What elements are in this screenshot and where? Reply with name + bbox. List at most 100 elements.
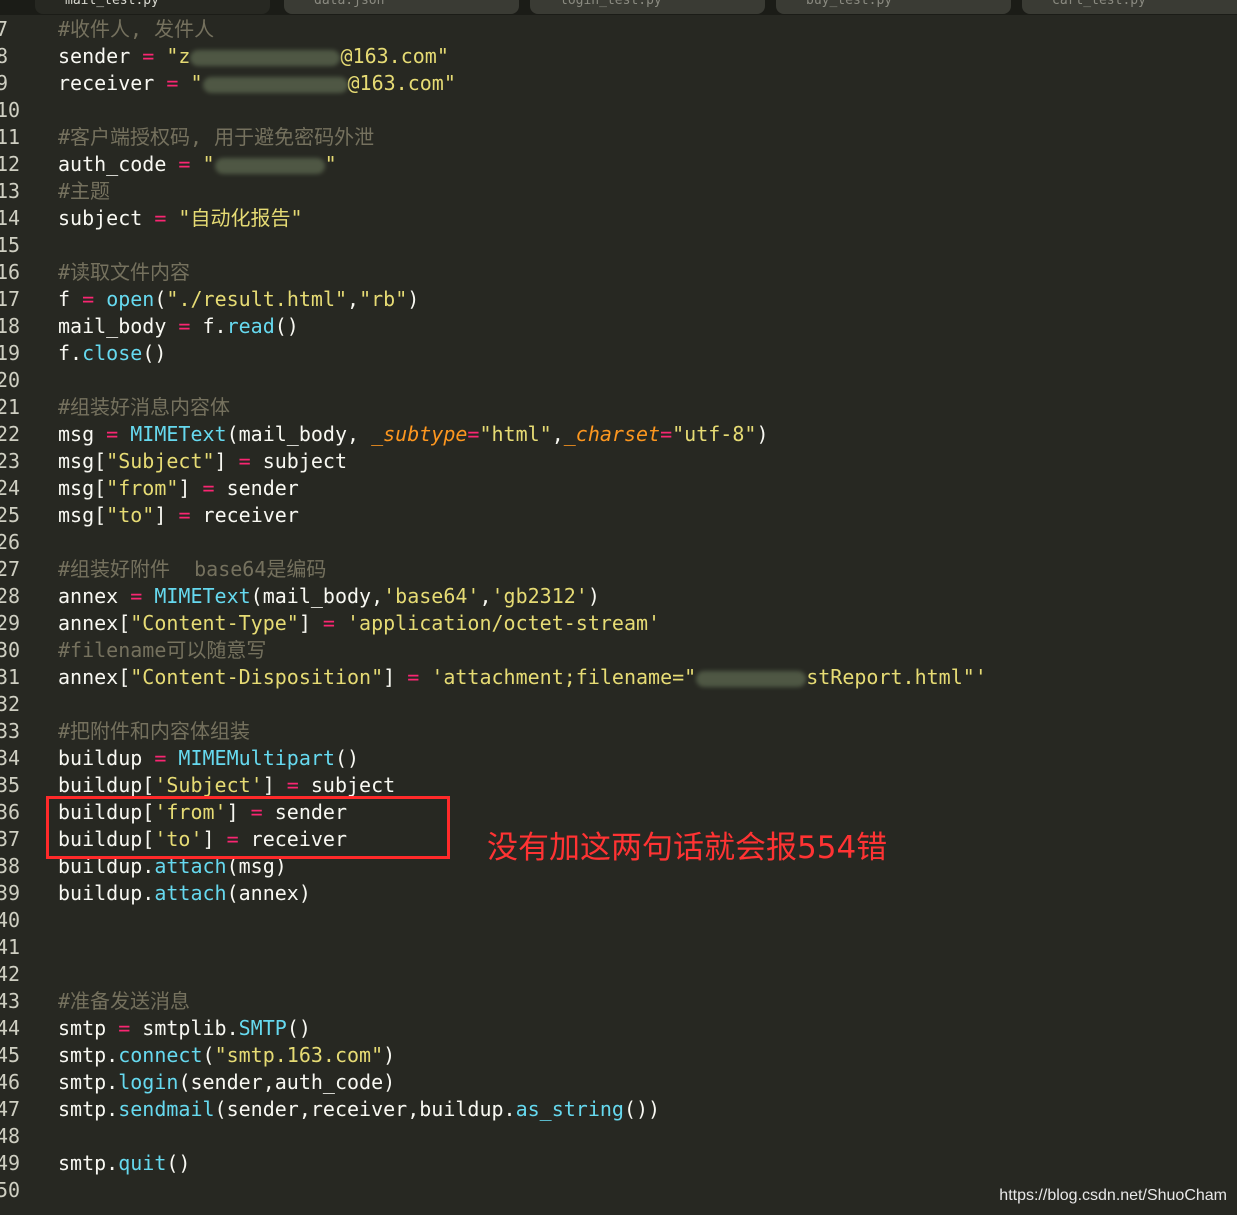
code-token: #准备发送消息 (58, 989, 191, 1013)
line-number: 42 (0, 962, 21, 986)
code-token: = (407, 665, 420, 689)
code-token: smtp. (58, 1070, 119, 1094)
code-token: open (106, 287, 155, 311)
code-token: = (178, 503, 191, 527)
code-token: annex (58, 584, 131, 608)
code-token: "z (166, 44, 191, 68)
code-line: 44 smtp = smtplib.SMTP() (0, 1015, 1237, 1042)
code-token: " (190, 71, 203, 95)
code-token: "Content-Type" (130, 611, 299, 635)
code-token: 'base64' (383, 584, 480, 608)
line-number: 25 (0, 503, 21, 527)
code-editor[interactable]: 7 #收件人, 发件人 8 sender = "z @163.com" 9 receiver… (0, 16, 1237, 1204)
code-line: 7 #收件人, 发件人 (0, 16, 1237, 43)
code-token: = (154, 206, 167, 230)
line-number: 35 (0, 773, 21, 797)
code-text: smtp.login(sender,auth_code) (58, 1069, 395, 1096)
redacted-blur (696, 670, 807, 687)
code-token: " (324, 152, 337, 176)
code-text: msg["to"] = receiver (58, 502, 299, 529)
code-token: stReport.html"' (806, 665, 987, 689)
tab-2[interactable]: login_test.py (530, 0, 765, 14)
code-token: = (467, 422, 480, 446)
code-line: 29 annex["Content-Type"] = 'application/o… (0, 610, 1237, 637)
annotation-text: 没有加这两句话就会报554错 (487, 830, 888, 866)
code-line: 39 buildup.attach(annex) (0, 880, 1237, 907)
code-token: "html" (479, 422, 552, 446)
highlight-box (46, 796, 450, 859)
code-token: = (660, 422, 673, 446)
code-token: sendmail (118, 1097, 215, 1121)
code-text: buildup = MIMEMultipart() (58, 745, 359, 772)
code-token: _charset (563, 422, 661, 446)
code-token: (sender,auth_code) (178, 1070, 396, 1094)
code-token: ] (383, 665, 408, 689)
code-token: "to" (106, 503, 155, 527)
code-token: () (334, 746, 360, 770)
code-text: subject = "自动化报告" (58, 205, 303, 232)
code-token: smtp. (58, 1097, 119, 1121)
code-text: annex = MIMEText(mail_body,'base64','gb2… (58, 583, 600, 610)
code-line: 17 f = open("./result.html","rb") (0, 286, 1237, 313)
code-token: "自动化报告" (178, 206, 303, 230)
code-token: annex[ (58, 665, 131, 689)
code-text: #读取文件内容 (58, 259, 190, 286)
code-token: #组装好消息内容体 (58, 395, 231, 419)
code-token: "smtp.163.com" (214, 1043, 384, 1067)
tab-3[interactable]: buy_test.py (776, 0, 1011, 14)
code-token: (annex) (226, 881, 311, 905)
line-number: 19 (0, 341, 21, 365)
code-line: 13 #主题 (0, 178, 1237, 205)
tab-4[interactable]: cart_test.py (1022, 0, 1237, 14)
code-text: smtp.sendmail(sender,receiver,buildup.as… (58, 1096, 660, 1123)
code-token: MIMEMultipart (178, 746, 335, 770)
code-token: SMTP (238, 1016, 287, 1040)
code-line: 34 buildup = MIMEMultipart() (0, 745, 1237, 772)
code-token: = (106, 422, 119, 446)
code-token: (sender,receiver,buildup. (214, 1097, 516, 1121)
code-line: 42 (0, 961, 1237, 988)
line-number: 33 (0, 719, 21, 743)
tab-0[interactable]: mail_test.py (35, 0, 270, 14)
code-token: buildup[ (58, 773, 155, 797)
code-token: = (130, 584, 143, 608)
code-token: login (118, 1070, 179, 1094)
line-number: 12 (0, 152, 21, 176)
code-text: #准备发送消息 (58, 988, 190, 1015)
line-number: 8 (0, 44, 9, 68)
line-number: 48 (0, 1124, 21, 1148)
code-line: 14 subject = "自动化报告" (0, 205, 1237, 232)
code-token: () (286, 1016, 311, 1040)
code-token: receiver (190, 503, 299, 527)
tab-1[interactable]: data.json (284, 0, 519, 14)
code-line: 9 receiver = " @163.com" (0, 70, 1237, 97)
code-line: 43 #准备发送消息 (0, 988, 1237, 1015)
code-token: f (58, 287, 83, 311)
redacted-blur (202, 76, 348, 93)
code-line: 11 #客户端授权码, 用于避免密码外泄 (0, 124, 1237, 151)
line-number: 38 (0, 854, 21, 878)
code-token: MIMEText (154, 584, 251, 608)
code-token: "from" (106, 476, 179, 500)
code-token: ] (214, 449, 239, 473)
code-token: = (178, 152, 191, 176)
code-token: #客户端授权码, 用于避免密码外泄 (58, 125, 375, 149)
code-token: = (286, 773, 299, 797)
code-line: 15 (0, 232, 1237, 259)
line-number: 20 (0, 368, 21, 392)
code-line: 48 (0, 1123, 1237, 1150)
code-line: 19 f.close() (0, 340, 1237, 367)
code-token: @163.com" (347, 71, 456, 95)
code-token: , (479, 584, 492, 608)
code-token: smtplib. (130, 1016, 239, 1040)
code-token: f. (190, 314, 227, 338)
code-token: close (82, 341, 143, 365)
code-token: = (166, 71, 179, 95)
code-text: msg["Subject"] = subject (58, 448, 347, 475)
code-text: #组装好附件 base64是编码 (58, 556, 326, 583)
code-token: buildup (58, 746, 155, 770)
